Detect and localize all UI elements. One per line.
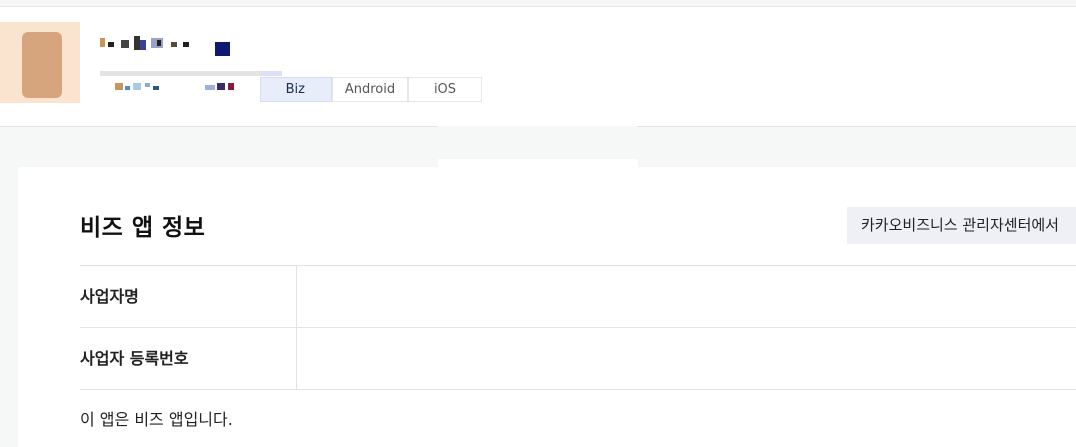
tab-android[interactable]: Android — [332, 77, 408, 102]
business-name-label: 사업자명 — [80, 266, 297, 327]
biz-info-table: 사업자명 사업자 등록번호 — [80, 265, 1076, 390]
tab-ios[interactable]: iOS — [408, 77, 482, 102]
app-name-underline — [100, 71, 282, 76]
app-name-underline-accent — [262, 71, 282, 76]
app-icon — [0, 22, 80, 110]
header-overlay — [0, 103, 282, 121]
table-row: 사업자 등록번호 — [80, 327, 1076, 390]
tab-biz[interactable]: Biz — [260, 77, 332, 102]
app-icon-image — [22, 32, 62, 98]
table-row: 사업자명 — [80, 265, 1076, 327]
platform-tabs: Biz Android iOS — [260, 77, 482, 102]
redaction-overlay-top — [438, 126, 638, 159]
section-title: 비즈 앱 정보 — [80, 215, 206, 241]
business-number-label: 사업자 등록번호 — [80, 328, 297, 389]
biz-app-note: 이 앱은 비즈 앱입니다. — [80, 410, 233, 429]
bizcenter-button[interactable]: 카카오비즈니스 관리자센터에서 — [847, 207, 1076, 244]
